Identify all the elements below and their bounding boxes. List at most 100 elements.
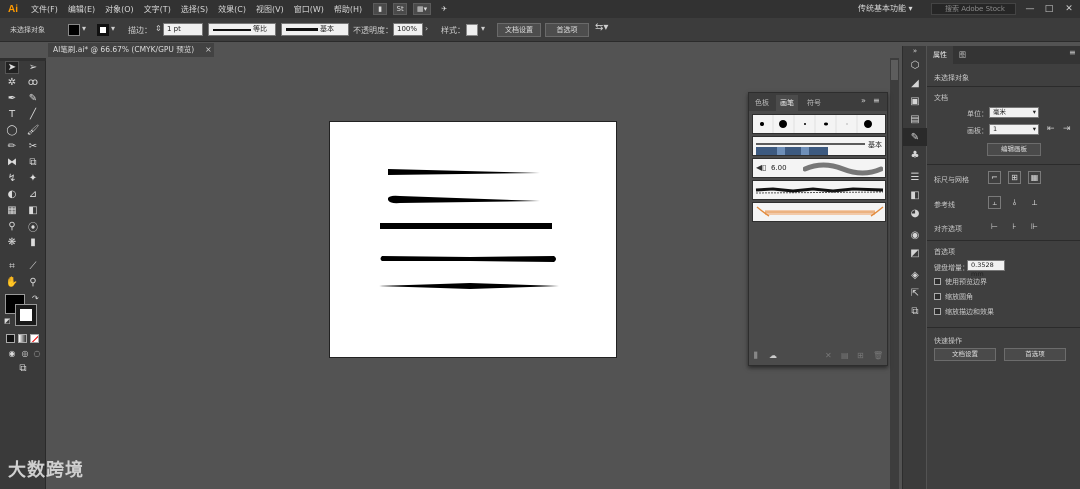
layers-panel-icon[interactable]: ◈ [903,266,927,284]
menu-effect[interactable]: 效果(C) [213,4,251,15]
gradient-tool-icon[interactable]: ◧ [26,204,40,217]
previous-artboard-icon[interactable]: ⇤ [1047,124,1055,134]
brush-row-basic[interactable]: 基本 [752,136,886,156]
color-mode-icon[interactable] [6,334,15,343]
warp-tool-icon[interactable]: ↯ [5,172,19,185]
brush-row-rough[interactable] [752,180,886,200]
graphic-style-swatch[interactable] [466,24,478,36]
new-brush-icon[interactable]: ⊞ [857,351,864,360]
document-setup-button[interactable]: 文档设置 [497,23,541,37]
bridge-icon[interactable]: ▮ [373,3,388,15]
brushes-panel-icon[interactable]: ✎ [903,128,927,146]
pixel-snap-icon[interactable]: ⊩ [1028,220,1041,233]
tab-swatches[interactable]: 色板 [751,95,773,111]
column-graph-tool-icon[interactable]: ▮ [26,236,40,249]
gradient-mode-icon[interactable] [18,334,27,343]
menu-object[interactable]: 对象(O) [100,4,139,15]
preferences-button[interactable]: 首选项 [545,23,589,37]
dock-collapse-icon[interactable]: » [903,46,927,56]
minimize-icon[interactable]: — [1022,2,1038,16]
collapse-panel-icon[interactable]: » [861,96,866,105]
stroke-panel-icon[interactable]: ☰ [903,168,927,186]
snap-to-grid-icon[interactable]: ⊦ [1008,220,1021,233]
image-trace-panel-icon[interactable]: ▣ [903,92,927,110]
screen-mode-icon[interactable]: ⧉ [16,362,30,375]
perspective-grid-tool-icon[interactable]: ⊿ [26,188,40,201]
artboard[interactable] [329,121,617,358]
slice-tool-icon[interactable]: ⟋ [26,260,40,273]
keyboard-increment-field[interactable]: 0.3528 mm [967,260,1005,278]
tab-layers[interactable]: 图 [959,46,966,64]
brush-libraries-icon[interactable]: ⫼ [754,351,758,361]
scissors-tool-icon[interactable]: ✂ [26,140,40,153]
selection-tool-icon[interactable]: ➤ [5,61,19,74]
stock-search-input[interactable]: 搜索 Adobe Stock [931,3,1016,15]
transparency-grid-icon[interactable]: ▦ [1028,171,1041,184]
stock-button[interactable]: St [393,3,408,15]
variable-width-profile[interactable]: 等比 [208,23,276,36]
snap-to-point-icon[interactable]: ⊢ [988,220,1001,233]
tab-properties[interactable]: 属性 [927,46,953,64]
transparency-panel-icon[interactable]: ◕ [903,204,927,222]
stroke-swatch[interactable] [97,24,109,36]
document-tab-close-icon[interactable]: × [205,43,212,57]
libraries-panel-icon[interactable]: ☁ [769,351,777,360]
mesh-tool-icon[interactable]: ▦ [5,204,19,217]
type-tool-icon[interactable]: T [5,108,19,121]
lasso-tool-icon[interactable]: ꝏ [26,76,40,89]
shape-builder-tool-icon[interactable]: ◐ [5,188,19,201]
default-colors-icon[interactable]: ◩ [4,317,11,325]
gradient-panel-icon[interactable]: ◧ [903,186,927,204]
blend-tool-icon[interactable]: ⦿ [26,220,40,234]
options-icon[interactable]: ▤ [841,351,849,360]
stroke-dropdown-icon[interactable]: ▾ [111,24,115,33]
symbol-sprayer-tool-icon[interactable]: ❋ [5,236,19,249]
artboard-tool-icon[interactable]: ⌗ [5,260,19,273]
fill-swatch[interactable] [68,24,80,36]
brush-row-pattern[interactable] [752,202,886,222]
scroll-thumb[interactable] [891,60,898,80]
stroke-color-icon[interactable] [15,304,37,326]
graphic-styles-panel-icon[interactable]: ◢ [903,74,927,92]
zoom-tool-icon[interactable]: ⚲ [26,276,40,289]
menu-view[interactable]: 视图(V) [251,4,289,15]
menu-type[interactable]: 文字(T) [139,4,176,15]
scale-tool-icon[interactable]: ⧉ [26,156,40,169]
document-tab[interactable]: AI笔刷.ai* @ 66.67% (CMYK/GPU 预览) [48,43,214,57]
artboards-panel-icon[interactable]: ⧉ [903,302,927,320]
artboard-select[interactable]: 1 ▾ [989,124,1039,135]
draw-inside-icon[interactable]: ◌ [30,347,44,360]
menu-select[interactable]: 选择(S) [176,4,213,15]
stroke-weight-field[interactable]: 1 pt [163,23,203,36]
ellipse-tool-icon[interactable]: ◯ [5,124,19,137]
color-panel-icon[interactable]: ◉ [903,226,927,244]
appearance-panel-icon[interactable]: ⬡ [903,56,927,74]
edit-artboards-button[interactable]: 编辑画板 [987,143,1041,156]
paintbrush-tool-icon[interactable]: 🖌 [26,124,40,137]
brush-definition[interactable]: 基本 [281,23,349,36]
maximize-icon[interactable]: □ [1041,2,1057,16]
vertical-scrollbar[interactable] [890,58,899,489]
curvature-tool-icon[interactable]: ✎ [26,92,40,105]
remove-stroke-icon[interactable]: ✕ [825,351,832,360]
align-options-icon[interactable]: ⇆▾ [595,22,608,33]
pencil-tool-icon[interactable]: ✏ [5,140,19,153]
menu-help[interactable]: 帮助(H) [329,4,367,15]
eyedropper-tool-icon[interactable]: ⚲ [5,220,19,233]
menu-file[interactable]: 文件(F) [26,4,63,15]
draw-normal-icon[interactable]: ◉ [5,347,19,360]
gpu-performance-icon[interactable]: ✈ [437,3,451,15]
properties-menu-icon[interactable]: ≡ [1069,48,1076,57]
stroke-stepper-icon[interactable]: ⇕ [155,24,162,33]
units-select[interactable]: 毫米 ▾ [989,107,1039,118]
lock-guides-icon[interactable]: ⫰ [1008,196,1021,209]
grid-icon[interactable]: ⊞ [1008,171,1021,184]
menu-window[interactable]: 窗口(W) [289,4,329,15]
delete-brush-icon[interactable]: 🗑 [873,351,883,360]
show-guides-icon[interactable]: ⫠ [988,196,1001,209]
line-segment-tool-icon[interactable]: ╱ [26,108,40,121]
close-icon[interactable]: ✕ [1061,2,1077,16]
arrange-documents-icon[interactable]: ▦▾ [413,3,432,15]
swap-colors-icon[interactable]: ↷ [32,294,39,303]
rulers-icon[interactable]: ⌐ [988,171,1001,184]
